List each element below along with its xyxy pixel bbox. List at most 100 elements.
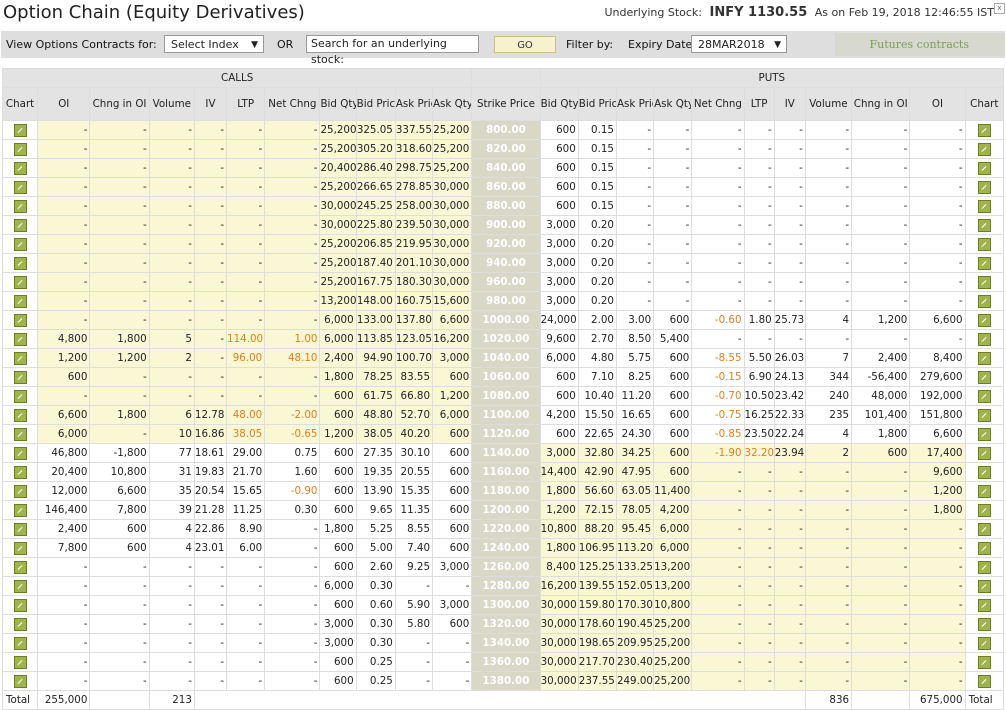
chart-icon[interactable] [13,313,27,327]
index-select[interactable]: Select Index ▼ [164,35,264,53]
strike-price-header[interactable]: Strike Price [471,87,541,121]
puts-chart-header[interactable]: Chart [964,87,1005,121]
puts-oi-cell[interactable]: 1,800 [909,500,966,520]
puts-iv-cell[interactable]: 24.13 [773,367,806,387]
strike-price-cell[interactable]: 820.00 [471,139,541,159]
chart-icon[interactable] [977,180,991,194]
calls-net-chng-cell[interactable]: 48.10 [264,348,321,368]
strike-price-cell[interactable]: 1300.00 [471,595,541,615]
chart-icon[interactable] [13,579,27,593]
chart-icon[interactable] [977,465,991,479]
puts-volume-header[interactable]: Volume [804,87,853,121]
calls-net-chng-header[interactable]: Net Chng [264,87,321,121]
calls-oi-cell[interactable]: 1,200 [37,348,91,368]
chart-icon[interactable] [977,313,991,327]
puts-net-chng-cell[interactable]: -0.15 [691,367,745,387]
chart-icon[interactable] [13,655,27,669]
chart-icon[interactable] [13,598,27,612]
puts-iv-cell[interactable]: 25.73 [773,310,806,330]
chart-icon[interactable] [977,275,991,289]
calls-oi-cell[interactable]: 146,400 [37,500,91,520]
calls-oi-cell[interactable]: 6,000 [37,424,91,444]
calls-chng-in-oi-cell[interactable]: 6,600 [89,481,150,501]
chart-icon[interactable] [13,522,27,536]
chart-icon[interactable] [977,522,991,536]
calls-iv-cell[interactable]: 12.78 [193,405,228,425]
puts-iv-cell[interactable]: 22.33 [773,405,806,425]
calls-net-chng-cell[interactable]: -0.90 [264,481,321,501]
chart-icon[interactable] [13,484,27,498]
chart-icon[interactable] [13,180,27,194]
calls-ltp-cell[interactable]: 96.00 [226,348,266,368]
strike-price-cell[interactable]: 1280.00 [471,576,541,596]
puts-oi-cell[interactable]: 9,600 [909,462,966,482]
strike-price-cell[interactable]: 1140.00 [471,443,541,463]
calls-volume-cell[interactable]: 4 [148,519,195,539]
chart-icon[interactable] [13,351,27,365]
chart-icon[interactable] [13,389,27,403]
chart-icon[interactable] [977,408,991,422]
strike-price-cell[interactable]: 1200.00 [471,500,541,520]
chart-icon[interactable] [977,332,991,346]
strike-price-cell[interactable]: 860.00 [471,177,541,197]
puts-chng-in-oi-cell[interactable]: 1,800 [851,424,911,444]
chart-icon[interactable] [977,427,991,441]
chart-icon[interactable] [977,655,991,669]
chart-icon[interactable] [13,332,27,346]
strike-price-cell[interactable]: 840.00 [471,158,541,178]
chart-icon[interactable] [13,142,27,156]
puts-net-chng-cell[interactable]: -8.55 [691,348,745,368]
calls-ltp-header[interactable]: LTP [226,87,266,121]
puts-ask-qty-header[interactable]: Ask Qty [653,87,693,121]
chart-icon[interactable] [13,408,27,422]
puts-ltp-cell[interactable]: 10.50 [743,386,775,406]
strike-price-cell[interactable]: 800.00 [471,120,541,140]
puts-ltp-cell[interactable]: 1.80 [743,310,775,330]
strike-price-cell[interactable]: 1000.00 [471,310,541,330]
chart-icon[interactable] [977,503,991,517]
calls-oi-cell[interactable]: 2,400 [37,519,91,539]
calls-net-chng-cell[interactable]: 0.30 [264,500,321,520]
chart-icon[interactable] [977,199,991,213]
chart-icon[interactable] [977,218,991,232]
puts-net-chng-cell[interactable]: -0.75 [691,405,745,425]
calls-volume-cell[interactable]: 5 [148,329,195,349]
puts-chng-in-oi-cell[interactable]: 2,400 [851,348,911,368]
strike-price-cell[interactable]: 1040.00 [471,348,541,368]
puts-volume-cell[interactable]: 4 [804,310,853,330]
calls-volume-cell[interactable]: 6 [148,405,195,425]
chart-icon[interactable] [977,123,991,137]
go-button[interactable]: GO [494,36,556,53]
calls-volume-cell[interactable]: 4 [148,538,195,558]
strike-price-cell[interactable]: 1080.00 [471,386,541,406]
puts-bid-qty-header[interactable]: Bid Qty [539,87,579,121]
calls-ltp-cell[interactable]: 48.00 [226,405,266,425]
puts-oi-cell[interactable]: 6,600 [909,310,966,330]
puts-iv-header[interactable]: IV [773,87,806,121]
strike-price-cell[interactable]: 1260.00 [471,557,541,577]
puts-oi-cell[interactable]: 6,600 [909,424,966,444]
calls-bid-qty-header[interactable]: Bid Qty [319,87,357,121]
calls-iv-cell[interactable]: 19.83 [193,462,228,482]
puts-volume-cell[interactable]: 240 [804,386,853,406]
calls-oi-cell[interactable]: 4,800 [37,329,91,349]
puts-oi-cell[interactable]: 151,800 [909,405,966,425]
puts-iv-cell[interactable]: 23.42 [773,386,806,406]
calls-net-chng-cell[interactable]: 1.60 [264,462,321,482]
calls-oi-cell[interactable]: 46,800 [37,443,91,463]
puts-ltp-header[interactable]: LTP [743,87,775,121]
puts-chng-in-oi-cell[interactable]: 600 [851,443,911,463]
calls-volume-cell[interactable]: 35 [148,481,195,501]
strike-price-cell[interactable]: 900.00 [471,215,541,235]
strike-price-cell[interactable]: 1340.00 [471,633,541,653]
chart-icon[interactable] [13,674,27,688]
calls-chng-in-oi-cell[interactable]: 1,200 [89,348,150,368]
chart-icon[interactable] [13,123,27,137]
puts-ask-price-header[interactable]: Ask Price [615,87,655,121]
puts-chng-in-oi-cell[interactable]: 101,400 [851,405,911,425]
calls-volume-cell[interactable]: 10 [148,424,195,444]
puts-net-chng-cell[interactable]: -0.85 [691,424,745,444]
calls-ltp-cell[interactable]: 15.65 [226,481,266,501]
chart-icon[interactable] [13,636,27,650]
strike-price-cell[interactable]: 1100.00 [471,405,541,425]
